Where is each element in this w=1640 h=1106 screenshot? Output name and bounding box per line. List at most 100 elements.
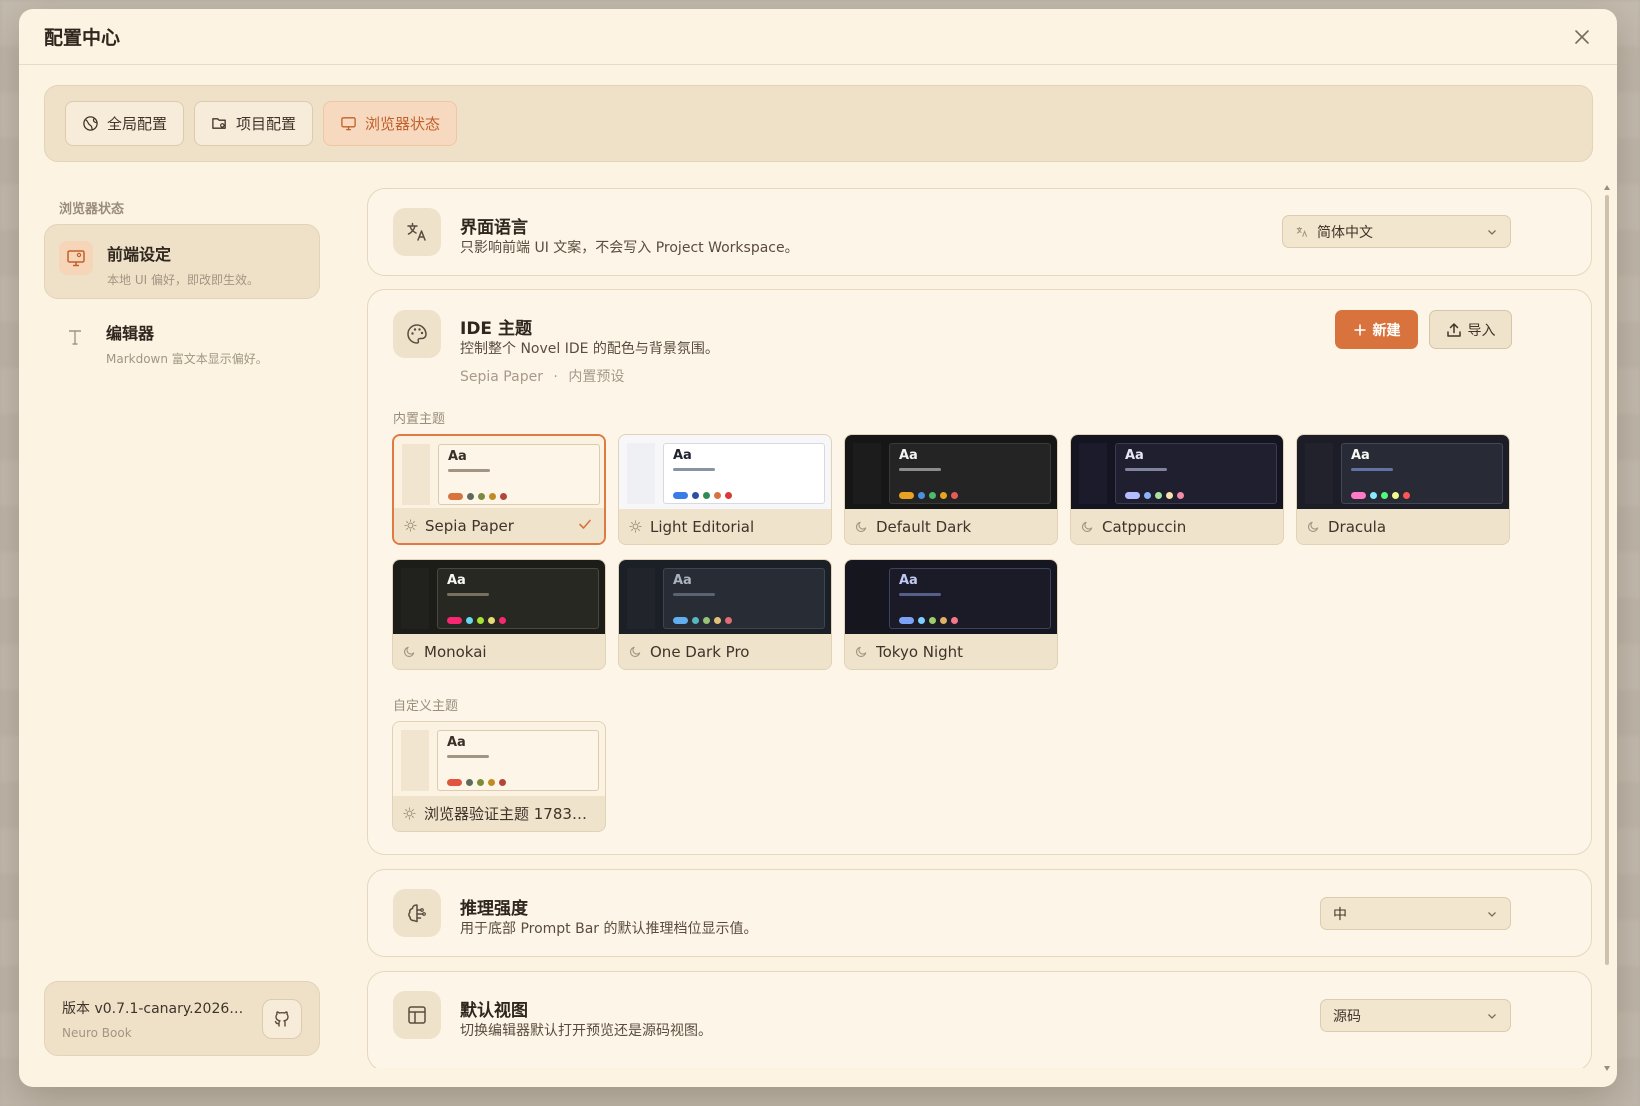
card-desc: 切换编辑器默认打开预览还是源码视图。 (460, 1023, 712, 1039)
color-swatch (703, 492, 710, 499)
side-icon-wrap (59, 241, 93, 275)
color-swatch (1177, 492, 1184, 499)
preview-line (673, 593, 715, 596)
language-card: 界面语言 只影响前端 UI 文案，不会写入 Project Workspace。… (367, 188, 1592, 276)
close-button[interactable] (1569, 24, 1595, 50)
theme-option[interactable]: Aa Light Editorial (618, 434, 832, 545)
color-swatch (899, 617, 914, 624)
theme-option[interactable]: Aa Monokai (392, 559, 606, 670)
theme-name: Default Dark (876, 517, 972, 536)
content-scrollbar[interactable] (1604, 185, 1610, 1071)
translate-icon (407, 222, 426, 241)
theme-option[interactable]: Aa One Dark Pro (618, 559, 832, 670)
reasoning-select[interactable]: 中 (1320, 897, 1511, 930)
preview-editor: Aa (889, 443, 1051, 504)
theme-name: Dracula (1328, 517, 1387, 536)
card-icon-wrap (393, 208, 441, 256)
color-swatch (477, 779, 484, 786)
modal-header: 配置中心 (19, 9, 1617, 65)
moon-icon (1307, 521, 1319, 533)
sidebar-item-desc: Markdown 富文本显示偏好。 (106, 352, 268, 366)
color-swatch (478, 493, 485, 500)
tab-global-config[interactable]: 全局配置 (65, 101, 185, 146)
color-swatch (725, 492, 732, 499)
theme-preview: Aa (393, 560, 605, 636)
github-button[interactable] (262, 999, 302, 1039)
theme-preview: Aa (1297, 435, 1509, 511)
sidebar-item-frontend[interactable]: 前端设定 本地 UI 偏好，即改即生效。 (44, 224, 320, 299)
chevron-down-icon (1488, 1013, 1496, 1019)
monitor-gear-icon (67, 250, 85, 267)
current-theme-meta: Sepia Paper · 内置预设 (460, 366, 624, 386)
theme-name: Light Editorial (650, 517, 755, 536)
color-swatch (447, 617, 462, 624)
color-swatch (1351, 492, 1366, 499)
theme-option[interactable]: Aa Catppuccin (1070, 434, 1284, 545)
theme-option-label-row: Sepia Paper (394, 508, 604, 543)
current-theme-type: 内置预设 (568, 369, 625, 385)
theme-option[interactable]: Aa Sepia Paper (392, 434, 606, 545)
theme-option[interactable]: Aa Default Dark (844, 434, 1058, 545)
color-swatch (467, 493, 474, 500)
preview-editor: Aa (1341, 443, 1503, 504)
color-swatch (692, 617, 699, 624)
color-swatch (951, 617, 958, 624)
preview-editor: Aa (663, 443, 825, 504)
scrollbar-thumb[interactable] (1605, 195, 1609, 965)
theme-card: IDE 主题 控制整个 Novel IDE 的配色与背景氛围。 Sepia Pa… (367, 289, 1592, 855)
color-swatch (692, 492, 699, 499)
color-swatch (951, 492, 958, 499)
moon-icon (855, 646, 867, 658)
preview-swatches (1351, 492, 1410, 499)
chevron-down-icon (1488, 911, 1496, 917)
theme-option[interactable]: Aa Tokyo Night (844, 559, 1058, 670)
preview-line (447, 593, 489, 596)
new-theme-label: 新建 (1372, 322, 1401, 339)
theme-preview: Aa (394, 436, 604, 512)
theme-option-label-row: Dracula (1297, 509, 1509, 544)
preview-swatches (447, 617, 506, 624)
version-card: 版本 v0.7.1-canary.20260… Neuro Book (44, 981, 320, 1056)
preview-sample-text: Aa (447, 735, 466, 750)
color-swatch (488, 779, 495, 786)
theme-option[interactable]: Aa Dracula (1296, 434, 1510, 545)
preview-sample-text: Aa (447, 573, 466, 588)
preview-line (1351, 468, 1393, 471)
theme-name: 浏览器验证主题 178332… (424, 805, 594, 823)
default-view-select[interactable]: 源码 (1320, 999, 1511, 1032)
preview-line (673, 468, 715, 471)
preview-sample-text: Aa (673, 573, 692, 588)
translate-icon (1296, 226, 1308, 237)
preview-line (899, 593, 941, 596)
theme-name: Sepia Paper (425, 516, 514, 535)
preview-line (1125, 468, 1167, 471)
preview-swatches (447, 779, 506, 786)
preview-sample-text: Aa (448, 449, 467, 464)
card-desc: 只影响前端 UI 文案，不会写入 Project Workspace。 (460, 240, 799, 256)
import-theme-button[interactable]: 导入 (1429, 310, 1512, 349)
github-icon (274, 1011, 289, 1027)
preview-editor: Aa (889, 568, 1051, 629)
preview-editor: Aa (437, 568, 599, 629)
theme-option[interactable]: Aa 浏览器验证主题 178332… (392, 721, 606, 832)
color-swatch (940, 617, 947, 624)
theme-preview: Aa (845, 560, 1057, 636)
theme-name: Tokyo Night (876, 642, 964, 661)
color-swatch (899, 492, 914, 499)
preview-sample-text: Aa (1351, 448, 1370, 463)
moon-icon (403, 646, 415, 658)
color-swatch (725, 617, 732, 624)
color-swatch (1166, 492, 1173, 499)
new-theme-button[interactable]: 新建 (1335, 310, 1418, 349)
color-swatch (499, 779, 506, 786)
theme-name: Monokai (424, 642, 487, 661)
sidebar-item-editor[interactable]: 编辑器 Markdown 富文本显示偏好。 (44, 304, 320, 379)
sidebar-item-desc: 本地 UI 偏好，即改即生效。 (107, 273, 259, 287)
builtin-themes-label: 内置主题 (393, 412, 446, 427)
upload-icon (1446, 322, 1461, 337)
sun-icon (403, 807, 416, 820)
tab-browser-state[interactable]: 浏览器状态 (323, 101, 458, 146)
language-select[interactable]: 简体中文 (1282, 215, 1511, 248)
theme-option-label-row: One Dark Pro (619, 634, 831, 669)
tab-project-config[interactable]: 项目配置 (194, 101, 314, 146)
